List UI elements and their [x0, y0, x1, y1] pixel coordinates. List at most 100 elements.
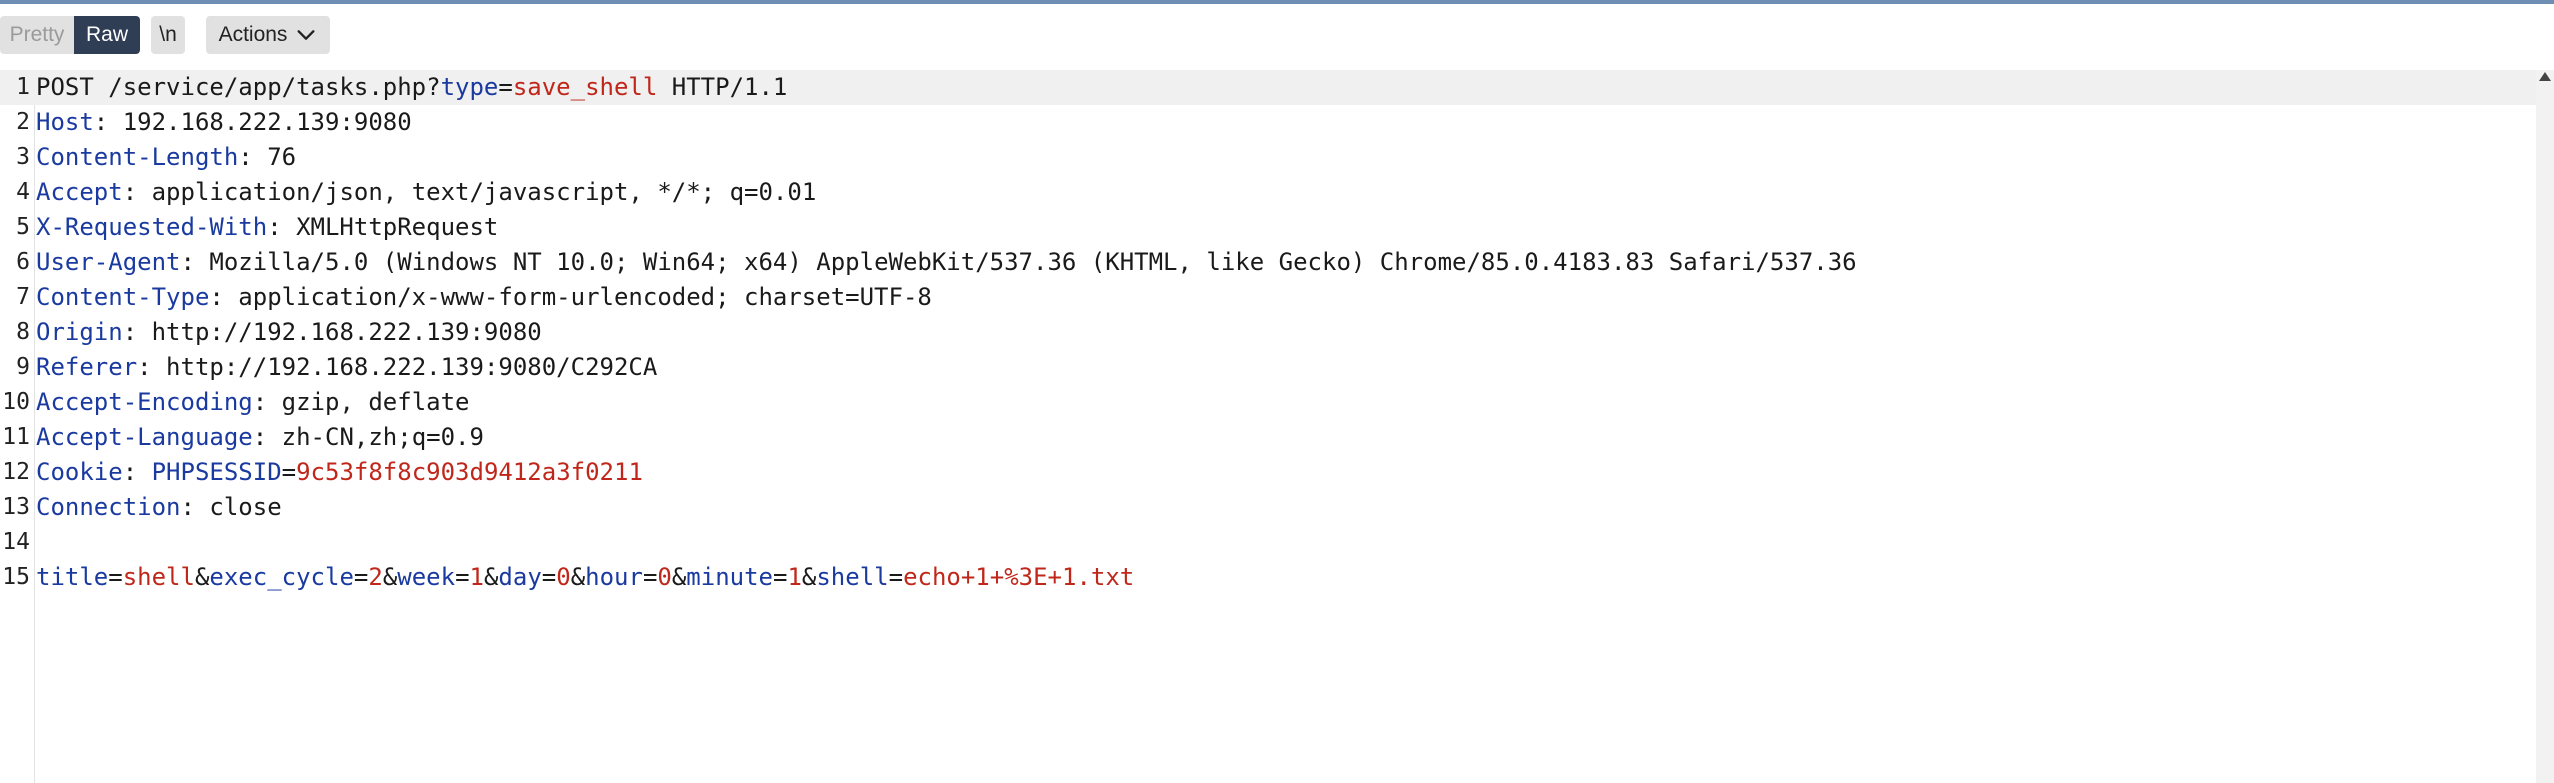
- token-value: shell: [122, 563, 195, 591]
- token-text: &: [801, 563, 817, 591]
- line-text: Origin: http://192.168.222.139:9080: [36, 315, 542, 350]
- token-text: =: [541, 563, 557, 591]
- actions-button[interactable]: Actions: [206, 16, 330, 54]
- chevron-down-icon: [297, 30, 315, 40]
- line-number: 11: [2, 424, 30, 450]
- token-name: Content-Length: [36, 143, 239, 171]
- request-editor[interactable]: 1 POST /service/app/tasks.php?type=save_s…: [0, 70, 2554, 783]
- line-text: Referer: http://192.168.222.139:9080/C29…: [36, 350, 657, 385]
- line-text: Accept: application/json, text/javascrip…: [36, 175, 816, 210]
- token-text: =: [888, 563, 904, 591]
- token-name: Cookie: [36, 458, 123, 486]
- token-text: : 192.168.222.139:9080: [93, 108, 412, 136]
- token-text: =: [108, 563, 123, 591]
- line-text: Connection: close: [36, 490, 282, 525]
- pretty-button[interactable]: Pretty: [0, 16, 74, 54]
- code-line[interactable]: 1 POST /service/app/tasks.php?type=save_s…: [0, 70, 2536, 105]
- line-number: 8: [16, 319, 30, 345]
- line-text: Content-Length: 76: [36, 140, 296, 175]
- line-number: 15: [2, 564, 30, 590]
- token-name: week: [397, 563, 456, 591]
- code-line[interactable]: 8 Origin: http://192.168.222.139:9080: [0, 315, 2536, 350]
- view-mode-toggle: Pretty Raw: [0, 16, 140, 54]
- token-value: 9c53f8f8c903d9412a3f0211: [296, 458, 643, 486]
- token-value: 1: [787, 563, 802, 591]
- token-name: Connection: [36, 493, 181, 521]
- code-line[interactable]: 13 Connection: close: [0, 490, 2536, 525]
- code-line[interactable]: 7 Content-Type: application/x-www-form-ur…: [0, 280, 2536, 315]
- token-text: : application/json, text/javascript, */*…: [122, 178, 817, 206]
- code-line[interactable]: 14: [0, 525, 2536, 560]
- token-name: PHPSESSID: [151, 458, 282, 486]
- token-text: : http://192.168.222.139:9080/C292CA: [137, 353, 658, 381]
- token-text: : gzip, deflate: [252, 388, 470, 416]
- token-text: : close: [180, 493, 282, 521]
- line-number: 1: [16, 74, 30, 100]
- line-text: Cookie: PHPSESSID=9c53f8f8c903d9412a3f02…: [36, 455, 643, 490]
- line-number: 4: [16, 179, 30, 205]
- code-line[interactable]: 2 Host: 192.168.222.139:9080: [0, 105, 2536, 140]
- token-text: : application/x-www-form-urlencoded; cha…: [209, 283, 932, 311]
- scroll-up-arrow-icon[interactable]: [2539, 72, 2551, 81]
- token-name: Accept: [36, 178, 123, 206]
- token-text: =: [642, 563, 658, 591]
- code-line[interactable]: 11 Accept-Language: zh-CN,zh;q=0.9: [0, 420, 2536, 455]
- token-text: :: [122, 458, 152, 486]
- line-text: Accept-Language: zh-CN,zh;q=0.9: [36, 420, 484, 455]
- token-value: save_shell: [512, 73, 658, 101]
- token-name: hour: [585, 563, 643, 591]
- line-number: 12: [2, 459, 30, 485]
- token-name: Content-Type: [36, 283, 210, 311]
- token-text: : zh-CN,zh;q=0.9: [252, 423, 484, 451]
- line-text: Accept-Encoding: gzip, deflate: [36, 385, 470, 420]
- token-text: =: [353, 563, 369, 591]
- token-text: &: [483, 563, 499, 591]
- token-value: echo+1+%3E+1.txt: [903, 563, 1135, 591]
- editor-toolbar: Pretty Raw \n Actions: [0, 4, 2554, 70]
- raw-button[interactable]: Raw: [74, 16, 140, 54]
- code-lines: 1 POST /service/app/tasks.php?type=save_s…: [0, 70, 2536, 595]
- line-text: title=shell&exec_cycle=2&week=1&day=0&ho…: [36, 560, 1134, 595]
- token-value: 0: [657, 563, 672, 591]
- token-name: exec_cycle: [209, 563, 354, 591]
- line-number: 13: [2, 494, 30, 520]
- show-newlines-button[interactable]: \n: [151, 16, 185, 54]
- token-name: Host: [36, 108, 94, 136]
- token-text: =: [773, 563, 788, 591]
- token-name: Referer: [36, 353, 138, 381]
- code-line[interactable]: 15 title=shell&exec_cycle=2&week=1&day=0&…: [0, 560, 2536, 595]
- token-name: shell: [816, 563, 889, 591]
- code-line[interactable]: 6 User-Agent: Mozilla/5.0 (Windows NT 10.…: [0, 245, 2536, 280]
- token-name: title: [36, 563, 109, 591]
- line-text: User-Agent: Mozilla/5.0 (Windows NT 10.0…: [36, 245, 1857, 280]
- line-number: 9: [16, 354, 30, 380]
- token-text: &: [194, 563, 210, 591]
- line-number: 7: [16, 284, 30, 310]
- token-value: 1: [469, 563, 484, 591]
- token-text: &: [382, 563, 398, 591]
- token-name: Origin: [36, 318, 123, 346]
- actions-label: Actions: [218, 23, 288, 46]
- token-text: : 76: [238, 143, 297, 171]
- token-name: type: [440, 73, 499, 101]
- line-text: Content-Type: application/x-www-form-url…: [36, 280, 932, 315]
- token-text: HTTP/1.1: [657, 73, 788, 101]
- line-number: 14: [2, 529, 30, 555]
- code-line[interactable]: 12 Cookie: PHPSESSID=9c53f8f8c903d9412a3f…: [0, 455, 2536, 490]
- code-line[interactable]: 10 Accept-Encoding: gzip, deflate: [0, 385, 2536, 420]
- token-text: : http://192.168.222.139:9080: [122, 318, 542, 346]
- token-text: &: [671, 563, 687, 591]
- code-line[interactable]: 3 Content-Length: 76: [0, 140, 2536, 175]
- token-name: User-Agent: [36, 248, 181, 276]
- code-line[interactable]: 4 Accept: application/json, text/javascri…: [0, 175, 2536, 210]
- code-line[interactable]: 9 Referer: http://192.168.222.139:9080/C2…: [0, 350, 2536, 385]
- line-number: 5: [16, 214, 30, 240]
- line-number: 3: [16, 144, 30, 170]
- token-text: : Mozilla/5.0 (Windows NT 10.0; Win64; x…: [180, 248, 1857, 276]
- token-text: =: [455, 563, 470, 591]
- vertical-scrollbar[interactable]: [2536, 70, 2554, 783]
- line-number: 10: [2, 389, 30, 415]
- code-line[interactable]: 5 X-Requested-With: XMLHttpRequest: [0, 210, 2536, 245]
- token-name: Accept-Encoding: [36, 388, 253, 416]
- line-number: 6: [16, 249, 30, 275]
